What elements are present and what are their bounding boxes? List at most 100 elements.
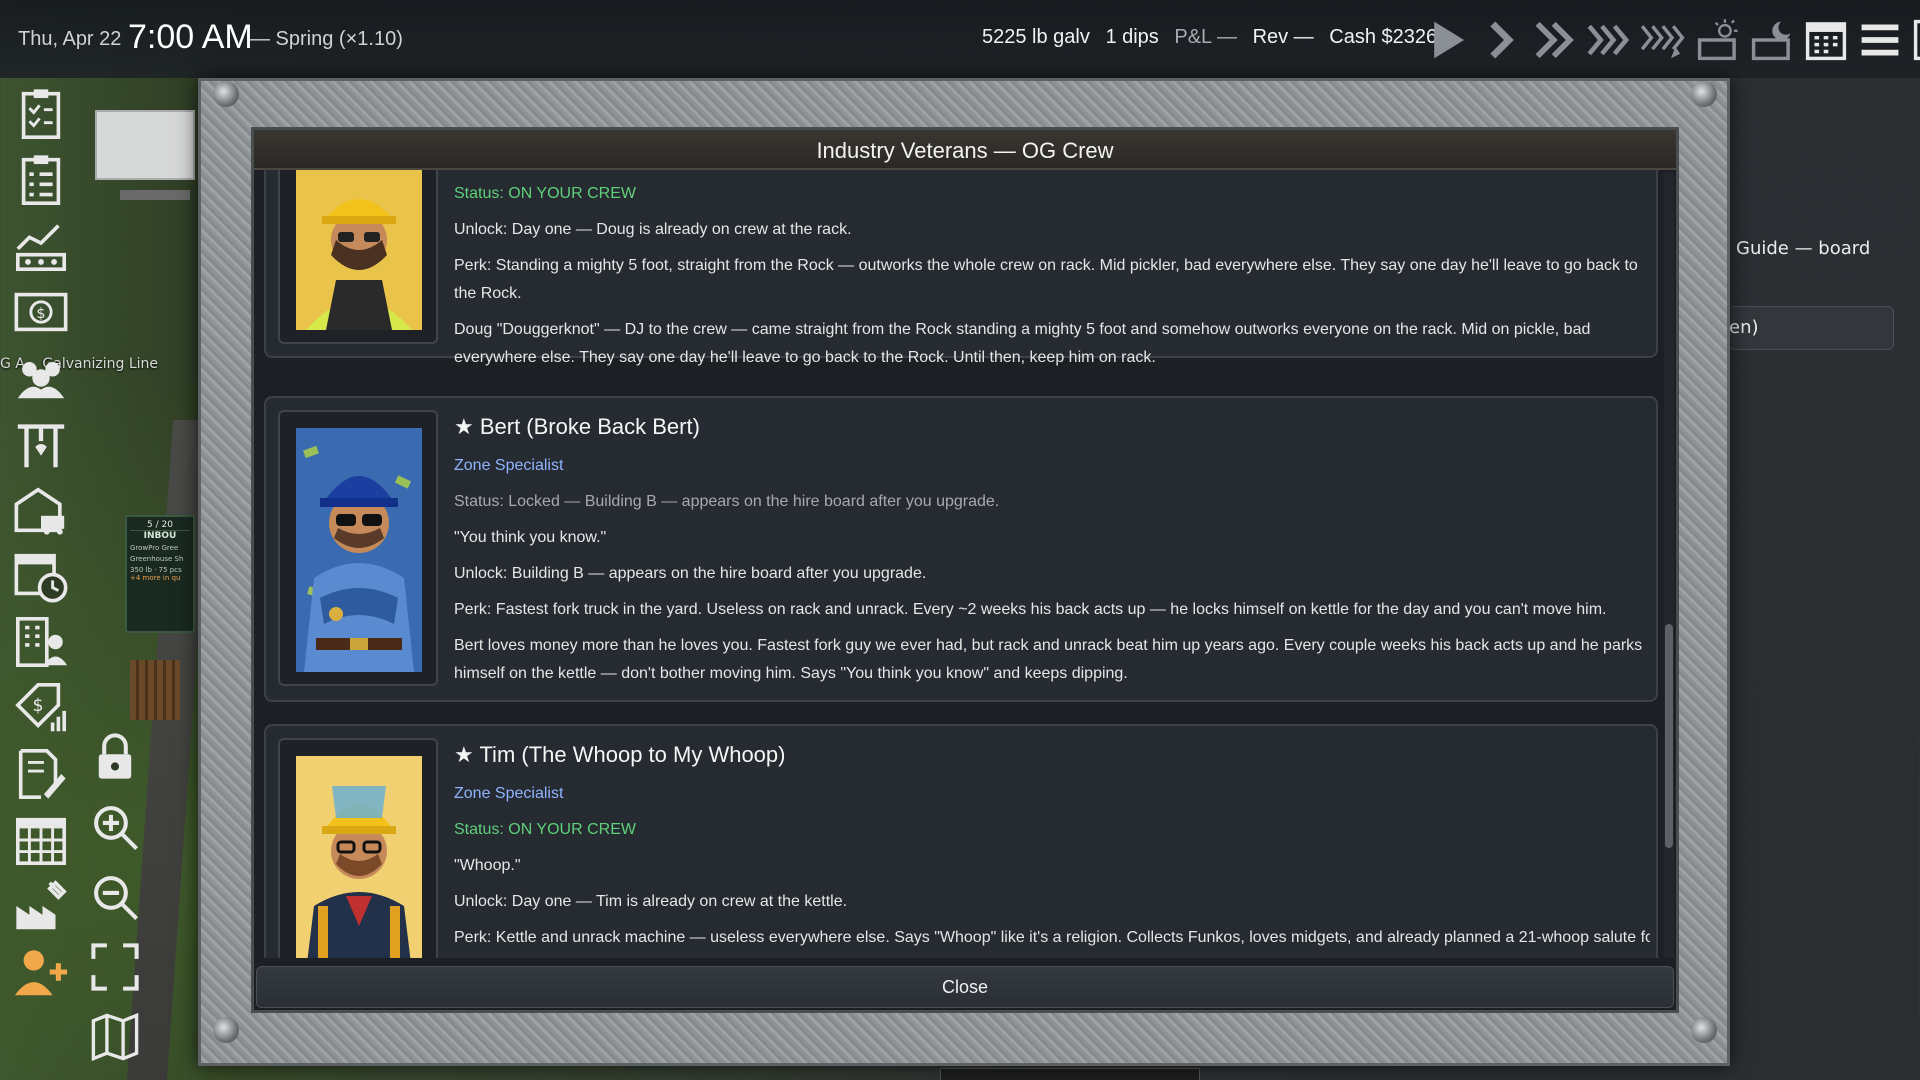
rivet bbox=[213, 1017, 239, 1043]
warehouse-truck-icon bbox=[14, 487, 65, 535]
calendar-grid-button[interactable] bbox=[8, 810, 74, 870]
contract-sign-icon bbox=[18, 748, 66, 800]
crew-quote: "Whoop." bbox=[454, 857, 521, 874]
dialog-title: Industry Veterans — OG Crew bbox=[254, 130, 1676, 170]
clipboard-check-icon bbox=[21, 89, 61, 140]
background-building bbox=[95, 110, 195, 180]
inbound-line: 350 lb · 75 pcs bbox=[130, 566, 182, 574]
zoom-out-icon bbox=[94, 876, 139, 921]
play-button[interactable] bbox=[1424, 12, 1472, 68]
finances-button[interactable]: $ bbox=[8, 282, 74, 342]
map-button[interactable] bbox=[86, 1006, 144, 1068]
speed-2-button[interactable] bbox=[1532, 12, 1580, 68]
crew-list[interactable]: Status: ON YOUR CREW Unlock: Day one — D… bbox=[258, 170, 1666, 958]
tasks-button[interactable] bbox=[8, 84, 74, 144]
background-panel-button[interactable]: en) bbox=[1728, 306, 1894, 350]
crew-bio: Doug "Douggerknot" — DJ to the crew — ca… bbox=[454, 321, 1591, 366]
exit-button[interactable] bbox=[1910, 12, 1920, 68]
inbound-title: INBOU bbox=[143, 531, 177, 541]
crane-button[interactable] bbox=[8, 414, 74, 474]
crew-button[interactable] bbox=[8, 348, 74, 408]
svg-text:$: $ bbox=[36, 306, 45, 322]
crew-status: Status: ON YOUR CREW bbox=[454, 185, 636, 202]
crew-portrait bbox=[278, 738, 438, 958]
stats-readout: 5225 lb galv 1 dips P&L — Rev — Cash $23… bbox=[982, 26, 1447, 49]
schedule-clock-icon bbox=[14, 553, 68, 603]
warehouse-button[interactable] bbox=[8, 480, 74, 540]
office-staff-icon bbox=[15, 616, 68, 668]
worker-portrait-icon bbox=[296, 170, 422, 330]
night-factory-icon bbox=[1751, 21, 1791, 61]
speed-4-button[interactable] bbox=[1640, 12, 1688, 68]
date-readout: Thu, Apr 22 bbox=[18, 28, 122, 50]
speed-1-button[interactable] bbox=[1478, 12, 1526, 68]
factory-upgrades-button[interactable] bbox=[8, 876, 74, 936]
map-toolbar bbox=[86, 726, 146, 1076]
inbound-count: 5 / 20 bbox=[130, 520, 190, 531]
rivet bbox=[1691, 1017, 1717, 1043]
zoom-in-icon bbox=[94, 806, 139, 851]
map-icon bbox=[91, 1012, 139, 1062]
lock-camera-button[interactable] bbox=[86, 726, 144, 788]
skip-to-morning-button[interactable] bbox=[1694, 12, 1742, 68]
contracts-button[interactable] bbox=[8, 744, 74, 804]
play-icon bbox=[1434, 21, 1465, 59]
speed-3-button[interactable] bbox=[1586, 12, 1634, 68]
menu-button[interactable] bbox=[1856, 12, 1904, 68]
crew-card-bert: ★ Bert (Broke Back Bert) Zone Specialist… bbox=[264, 396, 1658, 702]
background-panel-label: en) bbox=[1729, 317, 1759, 338]
crew-name: ★ Tim (The Whoop to My Whoop) bbox=[454, 742, 786, 767]
inbound-more: +4 more in qu bbox=[130, 574, 181, 582]
time-controls bbox=[1424, 10, 1920, 70]
office-button[interactable] bbox=[8, 612, 74, 672]
crew-status: Status: ON YOUR CREW bbox=[454, 821, 636, 838]
price-tag-icon: $ bbox=[15, 682, 67, 732]
calendar-grid-icon bbox=[15, 817, 67, 866]
checklist-button[interactable] bbox=[8, 150, 74, 210]
rivet bbox=[213, 81, 239, 107]
crew-perk: Perk: Kettle and unrack machine — useles… bbox=[454, 929, 1650, 946]
close-button[interactable]: Close bbox=[256, 966, 1674, 1008]
checklist-icon bbox=[21, 155, 61, 206]
crew-status: Status: Locked — Building B — appears on… bbox=[454, 493, 1000, 510]
crane-icon bbox=[17, 424, 65, 468]
galv-stat: 5225 lb galv bbox=[982, 26, 1090, 48]
speed-4-icon bbox=[1641, 25, 1685, 59]
background-crates bbox=[130, 660, 180, 720]
top-bar: Thu, Apr 22 7:00 AM — Spring (×1.10) 522… bbox=[0, 0, 1920, 78]
crew-icon bbox=[17, 362, 65, 399]
production-button[interactable] bbox=[8, 216, 74, 276]
schedule-button[interactable] bbox=[8, 546, 74, 606]
zoom-in-button[interactable] bbox=[86, 796, 144, 858]
speed-1-icon bbox=[1490, 21, 1514, 59]
fullscreen-button[interactable] bbox=[86, 936, 144, 998]
background-sign-bottom bbox=[940, 1068, 1200, 1080]
production-chart-icon bbox=[15, 224, 67, 272]
rivet bbox=[1691, 81, 1717, 107]
calendar-button[interactable] bbox=[1802, 12, 1850, 68]
crew-quote: "You think you know." bbox=[454, 529, 607, 546]
scrollbar-thumb[interactable] bbox=[1665, 624, 1673, 848]
time-readout: 7:00 AM bbox=[128, 18, 253, 56]
crew-role: Zone Specialist bbox=[454, 457, 564, 474]
crew-unlock: Unlock: Building B — appears on the hire… bbox=[454, 565, 927, 582]
crew-perk: Perk: Fastest fork truck in the yard. Us… bbox=[454, 601, 1607, 618]
add-user-icon bbox=[14, 950, 68, 996]
sunrise-factory-icon bbox=[1697, 19, 1738, 61]
speed-3-icon bbox=[1587, 24, 1630, 56]
rev-stat: Rev — bbox=[1252, 26, 1314, 48]
crew-perk: Perk: Standing a mighty 5 foot, straight… bbox=[454, 257, 1638, 302]
hire-button[interactable] bbox=[8, 942, 74, 1002]
crew-unlock: Unlock: Day one — Tim is already on crew… bbox=[454, 893, 848, 910]
lock-icon bbox=[98, 733, 132, 779]
left-toolbar: $ $ bbox=[8, 84, 78, 1008]
factory-tools-icon bbox=[16, 880, 67, 930]
exit-icon bbox=[1913, 19, 1920, 61]
inbound-sign: 5 / 20 INBOU GrowPro Gree Greenhouse Sh … bbox=[125, 515, 195, 633]
calendar-icon bbox=[1805, 22, 1847, 61]
dips-stat: 1 dips bbox=[1105, 26, 1159, 48]
pricing-button[interactable]: $ bbox=[8, 678, 74, 738]
skip-to-night-button[interactable] bbox=[1748, 12, 1796, 68]
zoom-out-button[interactable] bbox=[86, 866, 144, 928]
dialog-panel: Industry Veterans — OG Crew Status: ON Y… bbox=[251, 127, 1679, 1013]
